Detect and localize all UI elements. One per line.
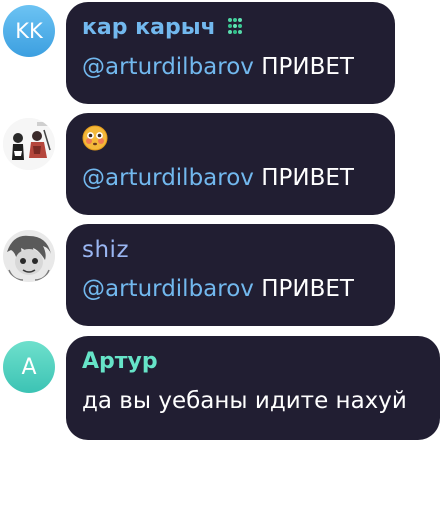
avatar-image[interactable] [3, 118, 55, 170]
mention-link[interactable]: @arturdilbarov [82, 165, 254, 191]
avatar-a[interactable]: A [3, 341, 55, 393]
message-bubble[interactable]: кар карыч @arturdilbarov ПРИВЕТ [66, 2, 395, 104]
message-body: да вы уебаны идите нахуй [82, 388, 407, 414]
message-text: @arturdilbarov ПРИВЕТ [82, 52, 381, 82]
mention-link[interactable]: @arturdilbarov [82, 54, 254, 80]
message-text: @arturdilbarov ПРИВЕТ [82, 274, 381, 304]
message-text: @arturdilbarov ПРИВЕТ [82, 163, 381, 193]
message-body: ПРИВЕТ [253, 165, 354, 191]
sender-name-row: shiz [82, 236, 381, 264]
avatar-image[interactable] [3, 230, 55, 282]
message-text: да вы уебаны идите нахуй [82, 386, 426, 416]
sender-name[interactable]: Артур [82, 349, 158, 374]
sender-name-row: кар карыч [82, 14, 381, 42]
manga-character-sketch-icon [3, 230, 55, 282]
message-bubble[interactable]: Артур да вы уебаны идите нахуй [66, 336, 440, 440]
sender-name-row [82, 125, 381, 153]
avatar-initials: KK [15, 19, 43, 43]
sender-name-row: Артур [82, 348, 426, 376]
mention-link[interactable]: @arturdilbarov [82, 276, 254, 302]
message-bubble[interactable]: shiz @arturdilbarov ПРИВЕТ [66, 224, 395, 326]
message-bubble[interactable]: @arturdilbarov ПРИВЕТ [66, 113, 395, 215]
message-body: ПРИВЕТ [253, 54, 354, 80]
chat-message-list: KK кар карыч @arturdilbarov ПРИВЕТ @artu… [0, 0, 442, 512]
flushed-face-icon[interactable] [82, 125, 108, 151]
avatar-kk[interactable]: KK [3, 5, 55, 57]
avatar-initials: A [21, 354, 37, 380]
anime-figures-sketch-icon [3, 118, 55, 170]
sender-name[interactable]: кар карыч [82, 15, 216, 40]
sender-name[interactable]: shiz [82, 237, 129, 263]
green-cluster-icon[interactable] [226, 17, 244, 35]
message-body: ПРИВЕТ [253, 276, 354, 302]
